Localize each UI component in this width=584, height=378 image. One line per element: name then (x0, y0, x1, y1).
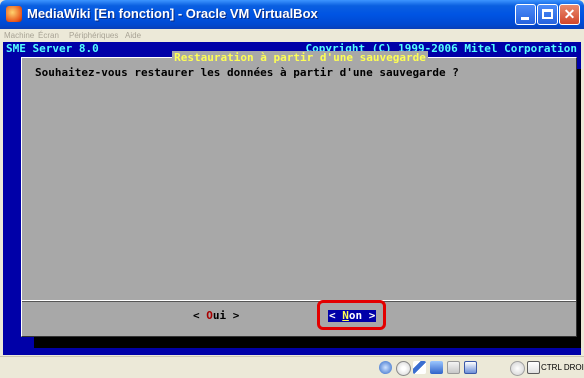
menu-bar: Machine Écran Périphériques Aide (0, 29, 584, 42)
mouse-integration-icon[interactable] (527, 361, 540, 374)
virtualbox-app-icon (6, 6, 22, 22)
display-icon[interactable] (464, 361, 477, 374)
usb-icon[interactable] (413, 361, 426, 374)
window-title: MediaWiki [En fonction] - Oracle VM Virt… (27, 6, 318, 21)
optical-drive-icon[interactable] (396, 361, 411, 376)
host-key-label: CTRL DROITE (541, 363, 584, 372)
oui-hotkey: O (206, 309, 213, 322)
network-icon[interactable] (430, 361, 443, 374)
non-button-highlight-annotation (317, 300, 386, 330)
menu-aide[interactable]: Aide (125, 29, 141, 42)
close-button[interactable]: ✕ (559, 4, 580, 25)
status-bar: CTRL DROITE (0, 356, 584, 378)
capture-icon[interactable] (510, 361, 525, 376)
minimize-icon (521, 17, 529, 20)
vm-console-screen[interactable]: SME Server 8.0 Copyright (C) 1999-2006 M… (3, 42, 581, 355)
maximize-button[interactable] (537, 4, 558, 25)
dialog-title: Restauration à partir d'une sauvegarde (22, 51, 578, 64)
minimize-button[interactable] (515, 4, 536, 25)
oui-open-bracket: < (193, 309, 207, 322)
hard-disk-icon[interactable] (379, 361, 392, 374)
oui-close-bracket: > (226, 309, 240, 322)
restore-dialog: Restauration à partir d'une sauvegarde S… (21, 51, 577, 337)
dialog-title-text: Restauration à partir d'une sauvegarde (172, 51, 428, 64)
virtualbox-window: MediaWiki [En fonction] - Oracle VM Virt… (0, 0, 584, 378)
menu-ecran[interactable]: Écran (38, 29, 59, 42)
oui-button[interactable]: < Oui > (193, 310, 239, 322)
maximize-icon (542, 9, 553, 19)
menu-machine[interactable]: Machine (4, 29, 34, 42)
dialog-separator-shade (22, 301, 576, 302)
menu-peripheriques[interactable]: Périphériques (69, 29, 118, 42)
title-bar[interactable]: MediaWiki [En fonction] - Oracle VM Virt… (0, 0, 584, 29)
shared-folder-icon[interactable] (447, 361, 460, 374)
dialog-question: Souhaitez-vous restaurer les données à p… (35, 66, 459, 79)
oui-label-rest: ui (212, 309, 227, 322)
